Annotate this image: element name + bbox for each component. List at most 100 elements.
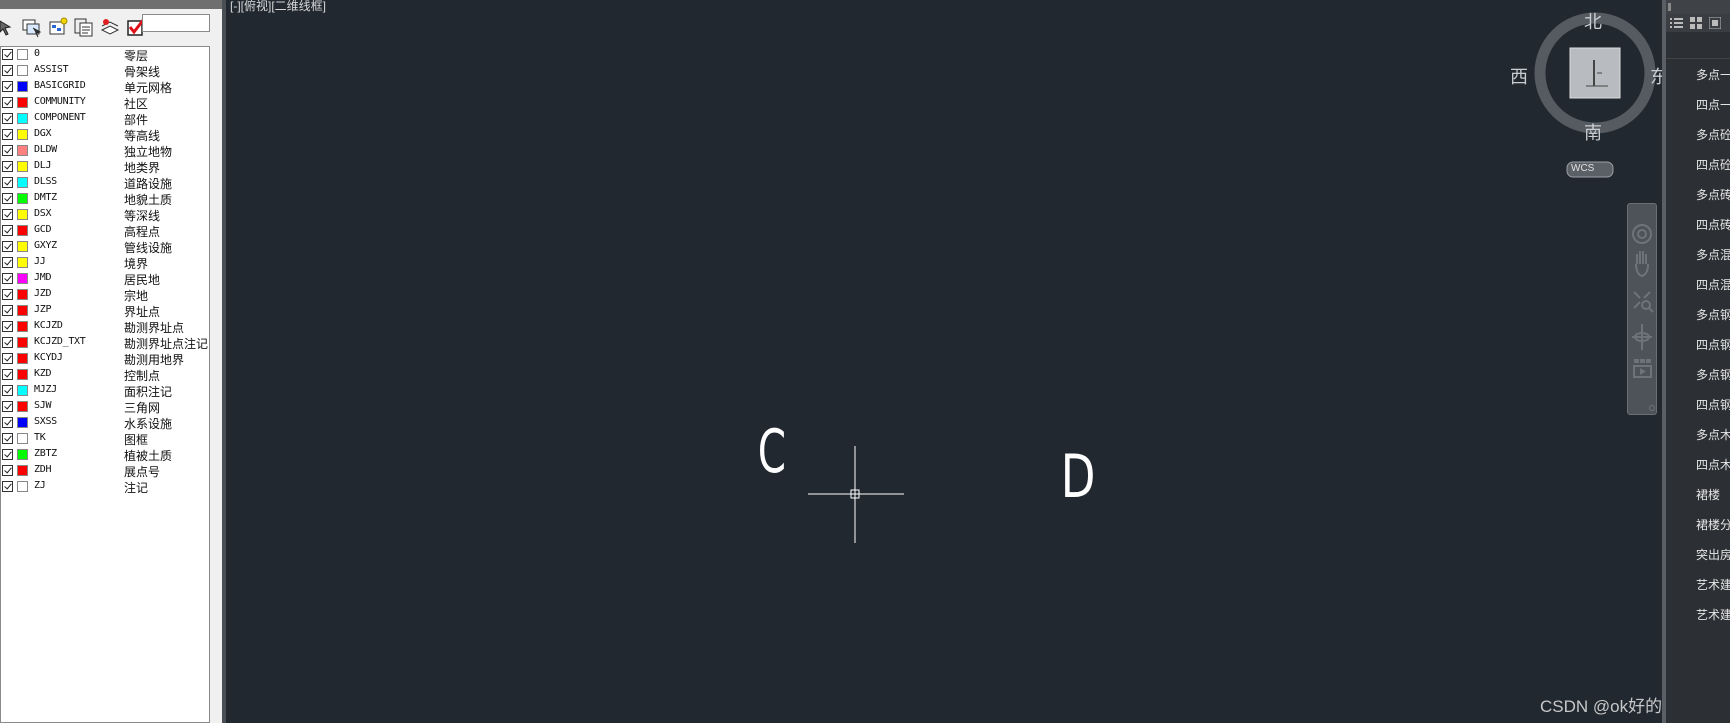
- layer-row[interactable]: COMMUNITY 社区: [1, 95, 209, 111]
- layer-visible-checkbox[interactable]: [2, 145, 13, 156]
- symbol-item[interactable]: 四点砖: [1696, 216, 1730, 233]
- layer-list-icon[interactable]: [72, 15, 96, 39]
- icon-view-icon[interactable]: [1707, 16, 1723, 30]
- layer-visible-checkbox[interactable]: [2, 97, 13, 108]
- layer-visible-checkbox[interactable]: [2, 177, 13, 188]
- layer-visible-checkbox[interactable]: [2, 81, 13, 92]
- symbol-item[interactable]: 多点钢: [1696, 366, 1730, 383]
- layer-visible-checkbox[interactable]: [2, 65, 13, 76]
- symbol-item[interactable]: 多点钢: [1696, 306, 1730, 323]
- pan-hand-icon[interactable]: [1635, 251, 1649, 278]
- layer-color-swatch[interactable]: [17, 273, 28, 284]
- layer-visible-checkbox[interactable]: [2, 481, 13, 492]
- layer-visible-checkbox[interactable]: [2, 257, 13, 268]
- layer-visible-checkbox[interactable]: [2, 417, 13, 428]
- layer-color-swatch[interactable]: [17, 65, 28, 76]
- layer-color-swatch[interactable]: [17, 321, 28, 332]
- symbol-item[interactable]: 裙楼: [1696, 486, 1720, 503]
- layer-color-swatch[interactable]: [17, 145, 28, 156]
- layer-search-input[interactable]: [142, 14, 210, 32]
- layer-color-swatch[interactable]: [17, 401, 28, 412]
- layer-visible-checkbox[interactable]: [2, 49, 13, 60]
- layer-visible-checkbox[interactable]: [2, 113, 13, 124]
- layer-color-swatch[interactable]: [17, 113, 28, 124]
- layer-row[interactable]: JZD 宗地: [1, 287, 209, 303]
- layer-row[interactable]: ZJ 注记: [1, 479, 209, 495]
- viewcube[interactable]: 北 南 东 西 WCS: [1510, 8, 1670, 178]
- layer-color-swatch[interactable]: [17, 465, 28, 476]
- layer-visible-checkbox[interactable]: [2, 353, 13, 364]
- layer-color-swatch[interactable]: [17, 49, 28, 60]
- symbol-item[interactable]: 四点钢: [1696, 396, 1730, 413]
- layer-row[interactable]: GCD 高程点: [1, 223, 209, 239]
- layer-row[interactable]: DLSS 道路设施: [1, 175, 209, 191]
- layer-visible-checkbox[interactable]: [2, 289, 13, 300]
- layer-row[interactable]: KCJZD 勘测界址点: [1, 319, 209, 335]
- showmotion-icon[interactable]: [1633, 359, 1652, 378]
- layer-row[interactable]: DLDW 独立地物: [1, 143, 209, 159]
- layer-row[interactable]: KCJZD_TXT 勘测界址点注记: [1, 335, 209, 351]
- layer-visible-checkbox[interactable]: [2, 273, 13, 284]
- zoom-extents-icon[interactable]: [1633, 291, 1654, 313]
- layer-row[interactable]: SXSS 水系设施: [1, 415, 209, 431]
- layer-row[interactable]: DSX 等深线: [1, 207, 209, 223]
- layer-color-swatch[interactable]: [17, 449, 28, 460]
- layer-state-icon[interactable]: [98, 15, 122, 39]
- layer-visible-checkbox[interactable]: [2, 209, 13, 220]
- wcs-label[interactable]: WCS: [1571, 163, 1594, 174]
- layer-color-swatch[interactable]: [17, 129, 28, 140]
- layer-color-swatch[interactable]: [17, 241, 28, 252]
- symbol-item[interactable]: 四点砼: [1696, 156, 1730, 173]
- layer-row[interactable]: COMPONENT 部件: [1, 111, 209, 127]
- layer-select-icon[interactable]: [20, 15, 44, 39]
- layer-color-swatch[interactable]: [17, 353, 28, 364]
- layer-color-swatch[interactable]: [17, 433, 28, 444]
- layer-visible-checkbox[interactable]: [2, 241, 13, 252]
- layer-row[interactable]: KZD 控制点: [1, 367, 209, 383]
- symbol-item[interactable]: 裙楼分: [1696, 516, 1730, 533]
- layer-color-swatch[interactable]: [17, 385, 28, 396]
- layer-row[interactable]: ASSIST 骨架线: [1, 63, 209, 79]
- layer-tool-1-icon[interactable]: [0, 15, 18, 39]
- symbol-item[interactable]: 四点钢: [1696, 336, 1730, 353]
- symbol-item[interactable]: 多点木: [1696, 426, 1730, 443]
- layer-visible-checkbox[interactable]: [2, 305, 13, 316]
- layer-row[interactable]: ZBTZ 植被土质: [1, 447, 209, 463]
- symbol-item[interactable]: 突出房: [1696, 546, 1730, 563]
- layer-row[interactable]: DGX 等高线: [1, 127, 209, 143]
- layer-row[interactable]: 0 零层: [1, 47, 209, 63]
- symbol-item[interactable]: 艺术建: [1696, 606, 1730, 623]
- compass-north[interactable]: 北: [1584, 8, 1602, 34]
- layer-props-icon[interactable]: [46, 15, 70, 39]
- layer-color-swatch[interactable]: [17, 81, 28, 92]
- symbol-item[interactable]: 多点混: [1696, 246, 1730, 263]
- symbol-item[interactable]: 四点一: [1696, 96, 1730, 113]
- layer-visible-checkbox[interactable]: [2, 161, 13, 172]
- layer-row[interactable]: SJW 三角网: [1, 399, 209, 415]
- layer-color-swatch[interactable]: [17, 417, 28, 428]
- layer-row[interactable]: MJZJ 面积注记: [1, 383, 209, 399]
- layer-visible-checkbox[interactable]: [2, 433, 13, 444]
- steering-wheel-icon[interactable]: [1632, 224, 1652, 244]
- layer-row[interactable]: GXYZ 管线设施: [1, 239, 209, 255]
- layer-row[interactable]: JZP 界址点: [1, 303, 209, 319]
- layer-color-swatch[interactable]: [17, 177, 28, 188]
- layer-color-swatch[interactable]: [17, 337, 28, 348]
- symbol-item[interactable]: 四点木: [1696, 456, 1730, 473]
- layer-row[interactable]: DMTZ 地貌土质: [1, 191, 209, 207]
- layer-color-swatch[interactable]: [17, 257, 28, 268]
- symbol-item[interactable]: 多点砖: [1696, 186, 1730, 203]
- symbol-item[interactable]: 四点混: [1696, 276, 1730, 293]
- layer-visible-checkbox[interactable]: [2, 321, 13, 332]
- layer-color-swatch[interactable]: [17, 225, 28, 236]
- layer-row[interactable]: JMD 居民地: [1, 271, 209, 287]
- layer-color-swatch[interactable]: [17, 161, 28, 172]
- layer-color-swatch[interactable]: [17, 481, 28, 492]
- layer-visible-checkbox[interactable]: [2, 129, 13, 140]
- layer-visible-checkbox[interactable]: [2, 385, 13, 396]
- symbol-item[interactable]: 多点一: [1696, 66, 1730, 83]
- grid-view-icon[interactable]: [1688, 16, 1704, 30]
- layer-row[interactable]: JJ 境界: [1, 255, 209, 271]
- orbit-icon[interactable]: [1632, 324, 1652, 350]
- layer-row[interactable]: BASICGRID 单元网格: [1, 79, 209, 95]
